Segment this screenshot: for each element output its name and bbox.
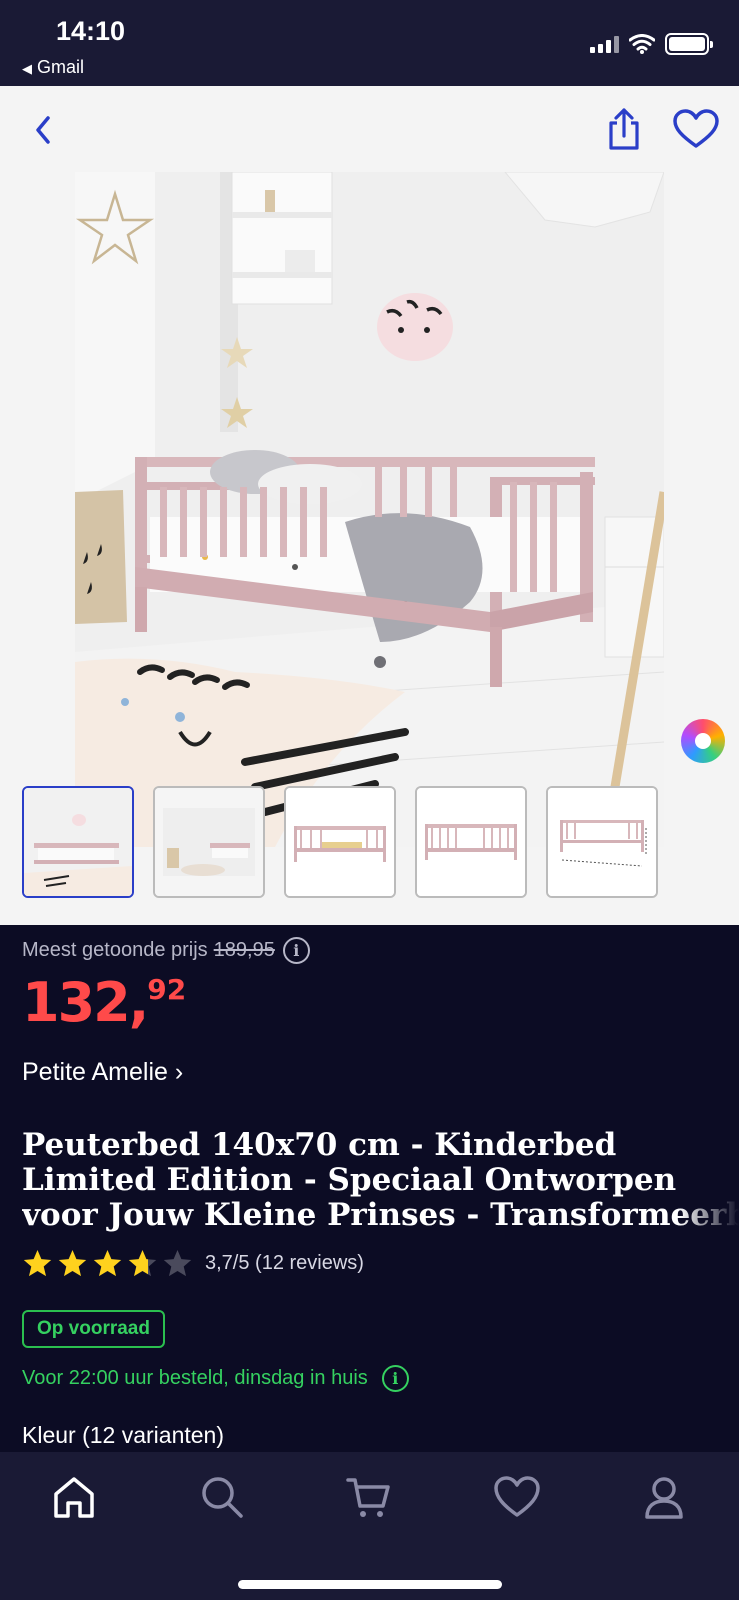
product-media xyxy=(0,86,739,925)
signal-icon xyxy=(590,35,619,53)
back-triangle-icon: ◀ xyxy=(22,61,32,76)
info-icon[interactable]: i xyxy=(282,937,310,964)
search-icon[interactable] xyxy=(197,1472,247,1522)
price-decimals: 92 xyxy=(147,973,187,1006)
thumbnail-image xyxy=(155,788,263,896)
status-time: 14:10 xyxy=(56,16,126,46)
delivery-text: Voor 22:00 uur besteld, dinsdag in huis xyxy=(22,1367,368,1389)
status-bar: 14:10 ◀ Gmail xyxy=(0,0,739,86)
delivery-info: Voor 22:00 uur besteld, dinsdag in huis … xyxy=(22,1365,409,1392)
info-icon[interactable]: i xyxy=(381,1365,409,1392)
thumbnail-3[interactable] xyxy=(284,786,396,898)
back-to-app-link[interactable]: ◀ Gmail xyxy=(22,57,84,78)
original-price-label: Meest getoonde prijs xyxy=(22,939,208,961)
product-title-line-1: Peuterbed 140x70 cm - Kinderbed xyxy=(22,1128,617,1163)
star-empty-icon xyxy=(163,1249,192,1277)
product-title: Peuterbed 140x70 cm - Kinderbed Limited … xyxy=(22,1128,739,1236)
home-indicator[interactable] xyxy=(238,1580,502,1589)
thumbnail-4[interactable] xyxy=(415,786,527,898)
thumbnail-1[interactable] xyxy=(22,786,134,898)
cart-icon[interactable] xyxy=(344,1472,394,1522)
stock-badge: Op voorraad xyxy=(22,1310,165,1348)
chevron-left-icon[interactable] xyxy=(28,110,58,150)
heart-icon[interactable] xyxy=(672,108,720,150)
back-app-label: Gmail xyxy=(37,57,85,77)
product-photo xyxy=(75,172,664,847)
thumbnail-image xyxy=(417,788,525,896)
product-title-line-3: voor Jouw Kleine Prinses - Transformeerb… xyxy=(22,1198,739,1233)
status-icons xyxy=(590,33,713,55)
wifi-icon xyxy=(629,34,655,54)
share-icon[interactable] xyxy=(604,106,644,152)
heart-icon[interactable] xyxy=(492,1472,542,1522)
rating-text: 3,7/5 (12 reviews) xyxy=(205,1252,364,1274)
star-half-icon xyxy=(128,1249,157,1277)
rating-row[interactable]: 3,7/5 (12 reviews) xyxy=(22,1248,364,1279)
thumbnail-image xyxy=(24,788,132,896)
color-wheel-icon[interactable] xyxy=(681,719,725,763)
star-rating xyxy=(22,1248,193,1279)
product-title-line-2: Limited Edition - Speciaal Ontworpen xyxy=(22,1163,677,1198)
thumbnail-5[interactable] xyxy=(546,786,658,898)
star-icon xyxy=(58,1249,87,1277)
original-price-row: Meest getoonde prijs 189,95 i xyxy=(22,937,310,964)
price: 132,92 xyxy=(22,971,186,1034)
account-icon[interactable] xyxy=(639,1472,689,1522)
thumbnail-2[interactable] xyxy=(153,786,265,898)
variant-label[interactable]: Kleur (12 varianten) xyxy=(22,1422,224,1449)
star-icon xyxy=(93,1249,122,1277)
product-main-image[interactable] xyxy=(75,172,664,847)
home-icon[interactable] xyxy=(49,1472,99,1522)
thumbnail-image xyxy=(548,788,656,896)
tab-bar xyxy=(0,1452,739,1600)
thumbnail-image xyxy=(286,788,394,896)
thumbnail-strip xyxy=(22,786,658,898)
star-icon xyxy=(23,1249,52,1277)
price-integer: 132, xyxy=(22,971,149,1034)
battery-icon xyxy=(665,33,713,55)
brand-link[interactable]: Petite Amelie › xyxy=(22,1058,183,1087)
original-price: 189,95 xyxy=(213,939,275,961)
